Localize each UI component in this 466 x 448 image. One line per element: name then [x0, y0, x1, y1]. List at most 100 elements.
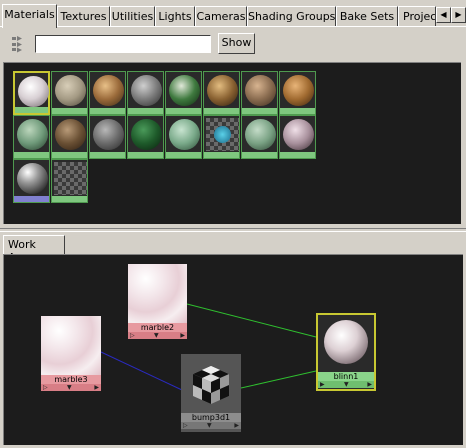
- material-swatch[interactable]: [89, 115, 126, 159]
- scroll-tabs-left-button[interactable]: ◀: [436, 7, 451, 23]
- tab-shading-groups[interactable]: Shading Groups: [247, 6, 336, 27]
- material-label: [52, 152, 87, 158]
- triangle-left-icon: ◀: [440, 10, 447, 19]
- material-label: [242, 152, 277, 158]
- material-swatch[interactable]: [203, 115, 240, 159]
- material-preview: [283, 119, 314, 150]
- material-label: [14, 152, 49, 158]
- output-port-icon[interactable]: ▷: [43, 384, 48, 391]
- material-label: [90, 152, 125, 158]
- material-label: [128, 108, 163, 114]
- material-swatch[interactable]: [203, 71, 240, 115]
- material-swatch[interactable]: [279, 115, 316, 159]
- input-port-icon[interactable]: ▶: [180, 332, 185, 339]
- tab-materials[interactable]: Materials: [2, 4, 57, 28]
- materials-grid: [3, 62, 461, 224]
- material-label: [52, 108, 87, 114]
- node-thumbnail: [128, 264, 187, 323]
- tab-bake-sets[interactable]: Bake Sets: [336, 6, 398, 27]
- material-preview: [17, 119, 48, 150]
- material-swatch[interactable]: [13, 71, 50, 115]
- expand-icon[interactable]: ▼: [154, 332, 159, 339]
- editor-tab-bar: Materials Textures Utilities Lights Came…: [0, 4, 466, 28]
- output-port-icon[interactable]: ▷: [183, 422, 188, 429]
- connection-line[interactable]: [240, 370, 317, 389]
- material-label: [128, 152, 163, 158]
- tab-cameras[interactable]: Cameras: [195, 6, 247, 27]
- node-name: marble3: [41, 375, 101, 384]
- material-swatch[interactable]: [127, 115, 164, 159]
- material-label: [280, 152, 315, 158]
- tab-textures[interactable]: Textures: [57, 6, 110, 27]
- material-label: [52, 196, 87, 202]
- material-swatch[interactable]: [165, 115, 202, 159]
- pane-divider[interactable]: [0, 228, 466, 232]
- input-port-icon[interactable]: ▶: [367, 381, 372, 388]
- expand-icon[interactable]: ▼: [67, 384, 72, 391]
- material-preview: [131, 119, 162, 150]
- expand-icon[interactable]: ▼: [344, 381, 349, 388]
- material-label: [15, 107, 48, 113]
- material-preview: [18, 76, 49, 107]
- node-marble3[interactable]: marble3 ▷ ▼ ▶: [41, 316, 101, 394]
- material-preview-highlight: [214, 126, 231, 143]
- triangle-right-icon: ▶: [455, 10, 462, 19]
- material-label: [280, 108, 315, 114]
- tab-lights[interactable]: Lights: [155, 6, 195, 27]
- work-area-canvas[interactable]: marble2 ▷ ▼ ▶ marble3 ▷ ▼ ▶ bump3d1 ▷ ▼ …: [3, 254, 463, 445]
- material-preview: [93, 119, 124, 150]
- material-preview: [131, 75, 162, 106]
- connection-line[interactable]: [100, 351, 183, 391]
- tab-work-area[interactable]: Work Area: [3, 235, 65, 264]
- expand-icon[interactable]: ▼: [207, 422, 212, 429]
- node-controls[interactable]: ▶ ▼ ▶: [318, 381, 374, 388]
- node-controls[interactable]: ▷ ▼ ▶: [41, 384, 101, 391]
- material-preview: [54, 162, 87, 195]
- material-swatch[interactable]: [165, 71, 202, 115]
- connection-line[interactable]: [186, 303, 317, 338]
- scroll-tabs-right-button[interactable]: ▶: [451, 7, 466, 23]
- tab-utilities[interactable]: Utilities: [110, 6, 155, 27]
- material-swatch[interactable]: [51, 115, 88, 159]
- node-controls[interactable]: ▷ ▼ ▶: [128, 332, 187, 339]
- material-preview: [245, 75, 276, 106]
- material-preview: [17, 163, 48, 194]
- material-swatch[interactable]: [241, 115, 278, 159]
- material-preview: [283, 75, 314, 106]
- material-swatch[interactable]: [13, 115, 50, 159]
- material-swatch[interactable]: [51, 159, 88, 203]
- tab-projection[interactable]: Projec: [398, 6, 436, 27]
- node-controls[interactable]: ▷ ▼ ▶: [181, 422, 241, 429]
- material-swatch[interactable]: [241, 71, 278, 115]
- material-label: [14, 196, 49, 202]
- material-label: [204, 108, 239, 114]
- material-preview: [93, 75, 124, 106]
- material-swatch[interactable]: [13, 159, 50, 203]
- material-label: [90, 108, 125, 114]
- material-label: [166, 152, 201, 158]
- output-port-icon[interactable]: ▷: [130, 332, 135, 339]
- material-preview: [169, 119, 200, 150]
- node-thumbnail: [41, 316, 101, 375]
- material-swatch[interactable]: [89, 71, 126, 115]
- node-bump3d1[interactable]: bump3d1 ▷ ▼ ▶: [181, 354, 241, 432]
- node-marble2[interactable]: marble2 ▷ ▼ ▶: [128, 264, 187, 342]
- material-preview: [55, 75, 86, 106]
- material-preview: [169, 75, 200, 106]
- node-name: marble2: [128, 323, 187, 332]
- output-port-icon[interactable]: ▶: [320, 381, 325, 388]
- node-name: blinn1: [318, 372, 374, 381]
- input-port-icon[interactable]: ▶: [234, 422, 239, 429]
- bump-cube-icon: [193, 366, 229, 404]
- material-label: [204, 152, 239, 158]
- filter-grip-icon[interactable]: [11, 35, 31, 53]
- input-port-icon[interactable]: ▶: [94, 384, 99, 391]
- node-blinn1[interactable]: blinn1 ▶ ▼ ▶: [316, 313, 376, 391]
- material-preview: [55, 119, 86, 150]
- material-swatch[interactable]: [51, 71, 88, 115]
- material-swatch[interactable]: [279, 71, 316, 115]
- material-swatch[interactable]: [127, 71, 164, 115]
- material-preview: [245, 119, 276, 150]
- show-button[interactable]: Show: [218, 33, 255, 54]
- search-input[interactable]: [35, 35, 211, 53]
